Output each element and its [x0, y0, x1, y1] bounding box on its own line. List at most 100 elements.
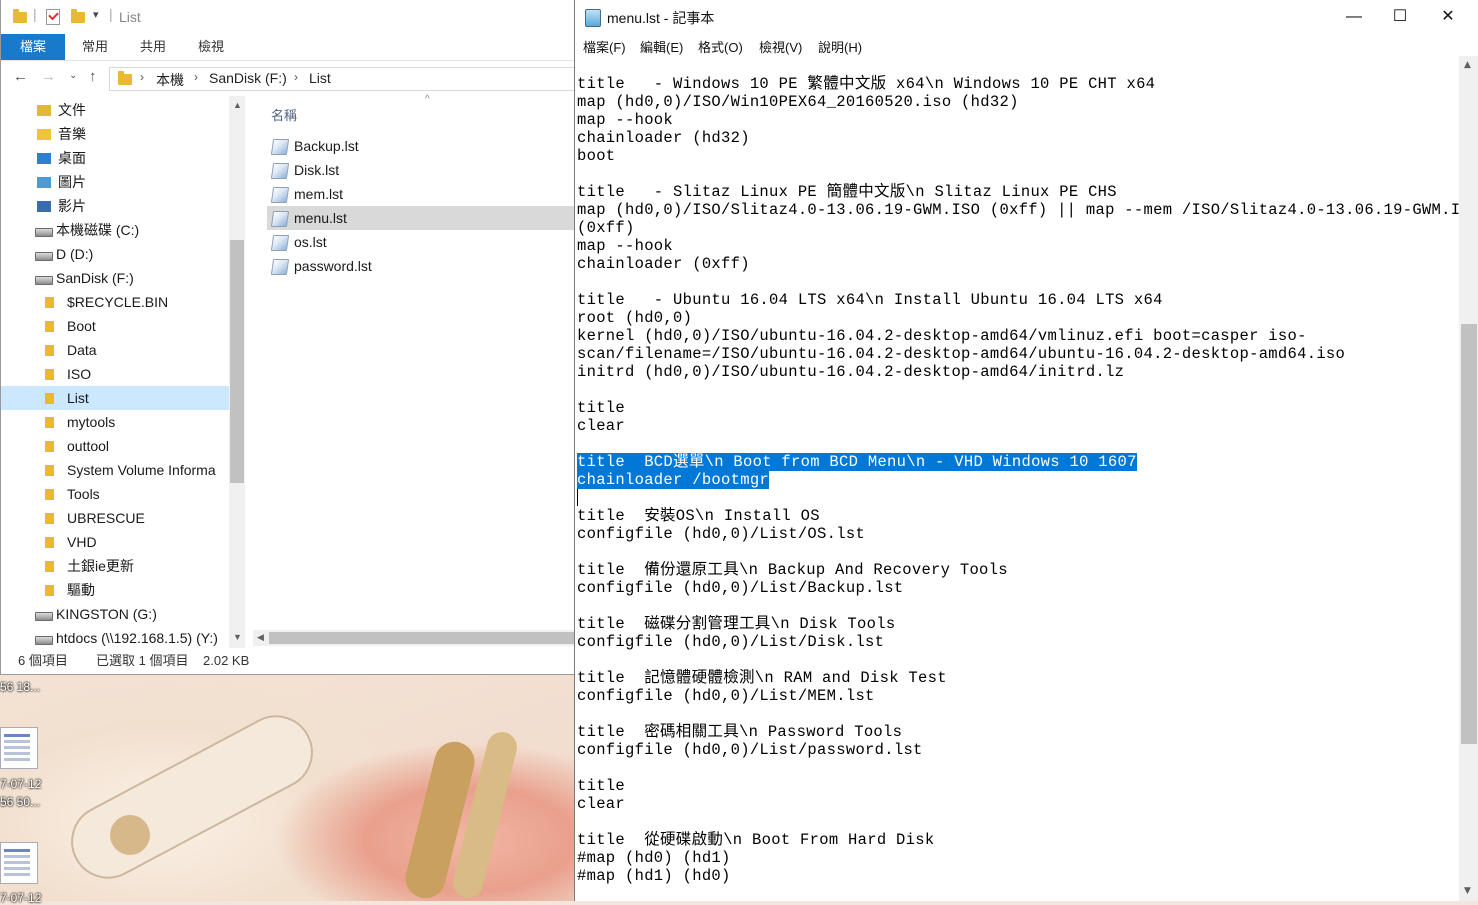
text-line: configfile (hd0,0)/List/password.lst: [577, 741, 923, 759]
breadcrumb-folder[interactable]: List: [309, 70, 331, 86]
nav-item-label: 音樂: [58, 126, 86, 142]
desktop-file-thumbnail[interactable]: [0, 842, 38, 884]
nav-item[interactable]: KINGSTON (G:): [1, 602, 229, 626]
forward-arrow-icon[interactable]: →: [41, 68, 56, 85]
menu-edit[interactable]: 編輯(E): [640, 37, 683, 56]
text-line: title 磁碟分割管理工具\n Disk Tools: [577, 615, 896, 633]
minimize-button[interactable]: —: [1331, 0, 1377, 34]
folder-icon: [45, 345, 54, 356]
text-line: (0xff): [577, 219, 635, 237]
text-file-icon: [270, 139, 290, 155]
nav-item[interactable]: outtool: [1, 434, 229, 458]
folder-icon: [45, 537, 54, 548]
nav-item[interactable]: Data: [1, 338, 229, 362]
text-line: title - Slitaz Linux PE 簡體中文版\n Slitaz L…: [577, 183, 1117, 201]
nav-item[interactable]: htdocs (\\192.168.1.5) (Y:): [1, 626, 229, 648]
menu-format[interactable]: 格式(O): [698, 37, 743, 56]
nav-item[interactable]: mytools: [1, 410, 229, 434]
nav-item[interactable]: D (D:): [1, 242, 229, 266]
tab-view[interactable]: 檢視: [183, 34, 239, 60]
menu-view[interactable]: 檢視(V): [759, 37, 802, 56]
nav-item-label: KINGSTON (G:): [56, 606, 157, 622]
horizontal-scroll-thumb[interactable]: [269, 632, 575, 644]
file-list-item[interactable]: os.lst: [267, 230, 575, 254]
editor-scroll-thumb[interactable]: [1461, 324, 1477, 744]
nav-item-label: 桌面: [58, 150, 86, 166]
text-line: #map (hd0) (hd1): [577, 849, 731, 867]
library-folder-icon: [37, 153, 51, 164]
nav-item[interactable]: $RECYCLE.BIN: [1, 290, 229, 314]
nav-item[interactable]: SanDisk (F:): [1, 266, 229, 290]
up-arrow-icon[interactable]: ↑: [89, 68, 97, 85]
close-button[interactable]: ✕: [1425, 0, 1471, 34]
breadcrumb-drive[interactable]: SanDisk (F:): [209, 70, 287, 86]
file-list-item[interactable]: mem.lst: [267, 182, 575, 206]
navigation-pane: 文件音樂桌面圖片影片本機磁碟 (C:) D (D:) SanDisk (F:) $RE…: [1, 96, 245, 648]
nav-pane-scroll-thumb[interactable]: [230, 240, 244, 483]
library-folder-icon: [37, 201, 51, 212]
tab-home[interactable]: 常用: [67, 34, 123, 60]
text-editor-area[interactable]: title - Windows 10 PE 繁體中文版 x64\n Window…: [577, 60, 1478, 901]
desktop-icon-label[interactable]: 7-07-12: [0, 891, 41, 905]
text-caret: [577, 489, 578, 506]
text-line: #map (hd1) (hd0): [577, 867, 731, 885]
customize-quick-access-icon[interactable]: ▾: [93, 8, 99, 21]
scroll-up-arrow-icon[interactable]: ▲: [1464, 60, 1471, 70]
column-header-name[interactable]: 名稱: [271, 105, 297, 124]
nav-item-label: 影片: [58, 198, 86, 214]
nav-item[interactable]: System Volume Informa: [1, 458, 229, 482]
file-list-item[interactable]: password.lst: [267, 254, 575, 278]
back-arrow-icon[interactable]: ←: [13, 68, 28, 85]
menu-file[interactable]: 檔案(F): [583, 37, 626, 56]
new-folder-icon[interactable]: [71, 9, 85, 23]
text-line: clear: [577, 417, 626, 435]
desktop-icon-label[interactable]: 56 50...: [0, 795, 40, 809]
menu-help[interactable]: 說明(H): [818, 37, 862, 56]
nav-item[interactable]: 驅動: [1, 578, 229, 602]
text-line: configfile (hd0,0)/List/Disk.lst: [577, 633, 885, 651]
nav-item[interactable]: 影片: [1, 194, 229, 218]
text-line: kernel (hd0,0)/ISO/ubuntu-16.04.2-deskto…: [577, 327, 1307, 345]
nav-item[interactable]: List: [1, 386, 229, 410]
desktop-icon-label[interactable]: 7-07-12: [0, 777, 41, 791]
breadcrumb-this-pc[interactable]: 本機: [156, 70, 184, 90]
nav-item[interactable]: 桌面: [1, 146, 229, 170]
scroll-left-arrow-icon[interactable]: ◀: [257, 632, 264, 643]
maximize-button[interactable]: ☐: [1377, 0, 1423, 34]
nav-item[interactable]: 圖片: [1, 170, 229, 194]
text-line: chainloader (hd32): [577, 129, 750, 147]
status-bar: 6 個項目 已選取 1 個項目 2.02 KB: [1, 648, 575, 674]
text-line: map (hd0,0)/ISO/Slitaz4.0-13.06.19-GWM.I…: [577, 201, 1478, 219]
nav-item[interactable]: UBRESCUE: [1, 506, 229, 530]
drive-icon: [35, 228, 53, 237]
desktop-icon-label[interactable]: 56 18...: [0, 680, 40, 694]
text-line: boot: [577, 147, 616, 165]
nav-item[interactable]: Boot: [1, 314, 229, 338]
wallpaper-shape: [110, 815, 150, 855]
tab-file[interactable]: 檔案: [1, 34, 65, 60]
desktop-file-thumbnail[interactable]: [0, 727, 38, 769]
explorer-titlebar[interactable]: | ▾ | List: [1, 0, 575, 34]
nav-item[interactable]: 音樂: [1, 122, 229, 146]
nav-item[interactable]: 土銀ie更新: [1, 554, 229, 578]
nav-item[interactable]: VHD: [1, 530, 229, 554]
nav-item[interactable]: 本機磁碟 (C:): [1, 218, 229, 242]
notepad-titlebar[interactable]: menu.lst - 記事本 — ☐ ✕: [575, 0, 1478, 34]
address-input[interactable]: › 本機 › SanDisk (F:) › List: [109, 67, 575, 91]
nav-item[interactable]: Tools: [1, 482, 229, 506]
recent-locations-chevron-icon[interactable]: ⌄: [69, 70, 77, 81]
scroll-down-arrow-icon[interactable]: ▼: [233, 632, 242, 642]
scroll-down-arrow-icon[interactable]: ▼: [1464, 886, 1471, 896]
folder-icon: [45, 393, 54, 404]
file-list-item[interactable]: Backup.lst: [267, 134, 575, 158]
nav-item[interactable]: ISO: [1, 362, 229, 386]
nav-item[interactable]: 文件: [1, 98, 229, 122]
file-list-item[interactable]: menu.lst: [267, 206, 575, 230]
scroll-up-arrow-icon[interactable]: ▲: [233, 100, 242, 110]
nav-item-label: SanDisk (F:): [56, 270, 134, 286]
status-selected-size: 2.02 KB: [203, 653, 250, 668]
file-list-item[interactable]: Disk.lst: [267, 158, 575, 182]
menu-bar: 檔案(F) 編輯(E) 格式(O) 檢視(V) 說明(H): [575, 34, 1478, 56]
properties-icon[interactable]: [46, 9, 60, 25]
tab-share[interactable]: 共用: [125, 34, 181, 60]
